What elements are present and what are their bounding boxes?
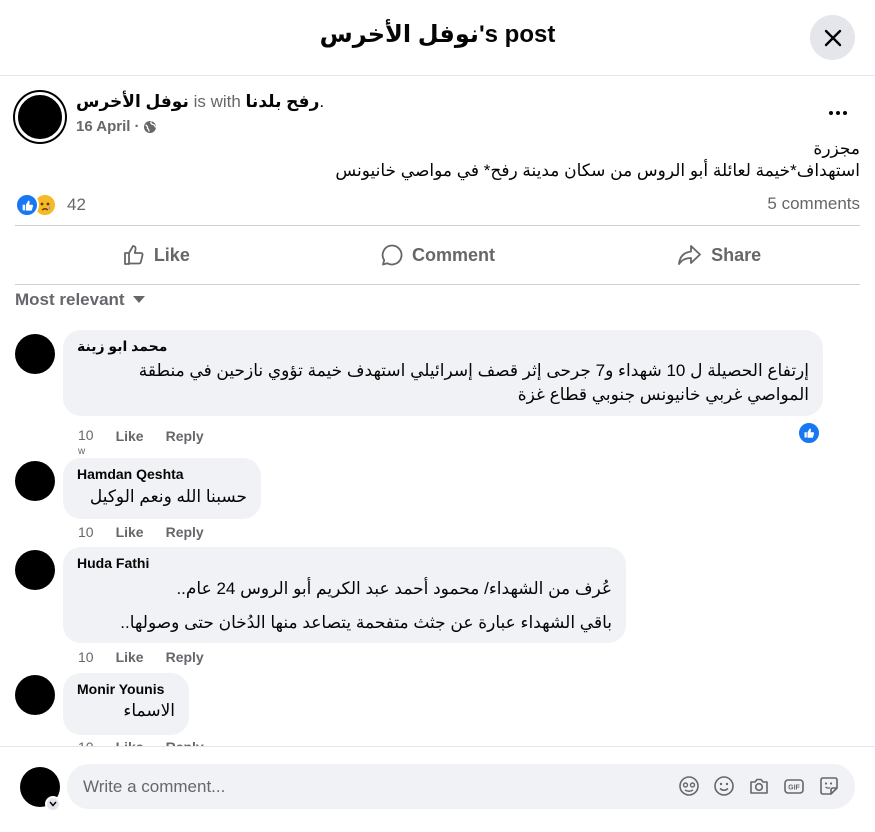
post-actions-bar: Like Comment Share	[15, 225, 860, 285]
gif-button[interactable]: GIF	[783, 775, 805, 797]
share-button-label: Share	[711, 244, 762, 265]
comment-time[interactable]: 10 w	[78, 428, 94, 459]
commenter-name[interactable]: محمد ابو زينة	[77, 338, 809, 355]
with-end: .	[319, 92, 325, 111]
comments-count-link[interactable]: 5 comments	[767, 194, 860, 214]
comment-bubble: Hamdan Qeshta حسبنا الله ونعم الوكيل	[63, 458, 261, 519]
like-button-label: Like	[153, 244, 190, 265]
comment-button[interactable]: Comment	[297, 226, 579, 284]
comment-bubble: محمد ابو زينة إرتفاع الحصيلة ل 10 شهداء …	[63, 330, 823, 416]
comment-bubble: Huda Fathi عُرف من الشهداء/ محمود أحمد ع…	[63, 547, 626, 643]
comment-text-line-1: عُرف من الشهداء/ محمود أحمد عبد الكريم أ…	[176, 579, 612, 598]
comment-like-button[interactable]: Like	[116, 524, 144, 540]
comment-bubble-icon	[381, 244, 403, 266]
gif-icon: GIF	[784, 779, 804, 794]
comment-actions: 10 Like Reply	[78, 524, 204, 540]
caret-down-icon	[132, 296, 145, 303]
comment-time[interactable]: 10	[78, 649, 94, 665]
comment-composer: GIF	[0, 746, 875, 832]
comment-reply-button[interactable]: Reply	[166, 428, 204, 459]
avatar-sticker-icon	[679, 776, 699, 796]
svg-text:GIF: GIF	[788, 785, 800, 792]
post-author-line: نوفل الأخرس is with رفح بلدنا.	[76, 92, 324, 112]
comment-text-line-2: باقي الشهداء عبارة عن جثث متفحمة يتصاعد …	[120, 613, 612, 632]
comment-button-label: Comment	[412, 244, 496, 265]
comment-text: الاسماء	[123, 701, 175, 720]
comment-text: إرتفاع الحصيلة ل 10 شهداء و7 جرحى إثر قص…	[138, 361, 809, 404]
author-avatar[interactable]	[15, 92, 65, 142]
post-text: مجزرة استهداف*خيمة لعائلة أبو الروس من س…	[260, 138, 860, 182]
dialog-title: نوفل الأخرس's post	[319, 21, 556, 48]
commenter-avatar[interactable]	[15, 675, 55, 715]
tagged-page-link[interactable]: رفح بلدنا	[246, 92, 320, 111]
composer-tools: GIF	[678, 775, 840, 797]
comment-time[interactable]: 10	[78, 524, 94, 540]
comment-like-button[interactable]: Like	[116, 428, 144, 459]
emoji-button[interactable]	[713, 775, 735, 797]
more-options-button[interactable]	[822, 103, 854, 123]
dialog-header: نوفل الأخرس's post	[0, 0, 875, 76]
commenter-avatar[interactable]	[15, 334, 55, 374]
comment-like-button[interactable]: Like	[116, 739, 144, 746]
commenter-avatar[interactable]	[15, 461, 55, 501]
sort-label: Most relevant	[15, 290, 125, 309]
share-button[interactable]: Share	[578, 226, 860, 284]
commenter-name[interactable]: Huda Fathi	[77, 555, 612, 571]
avatar-sticker-button[interactable]	[678, 775, 700, 797]
share-arrow-icon	[678, 245, 702, 265]
comment-actions: 10 Like Reply	[78, 649, 204, 665]
meta-separator: ·	[134, 118, 140, 135]
post-meta: 16 April ·	[76, 118, 157, 135]
comment-reply-button[interactable]: Reply	[166, 649, 204, 665]
reaction-count: 42	[67, 195, 86, 214]
comment-like-badge[interactable]	[797, 421, 821, 445]
comment-text: حسبنا الله ونعم الوكيل	[89, 487, 247, 506]
comment-like-button[interactable]: Like	[116, 649, 144, 665]
globe-icon	[144, 120, 157, 133]
post-text-line-1: مجزرة	[813, 139, 860, 158]
comment-time[interactable]: 10	[78, 739, 94, 746]
sticker-icon	[820, 777, 838, 795]
photo-button[interactable]	[748, 775, 770, 797]
smiley-icon	[714, 776, 734, 796]
like-reaction-icon	[804, 428, 815, 438]
commenter-name[interactable]: Monir Younis	[77, 681, 175, 697]
reactions-summary[interactable]: 42	[15, 193, 86, 217]
post-text-line-2: استهداف*خيمة لعائلة أبو الروس من سكان مد…	[335, 161, 860, 180]
comment-reply-button[interactable]: Reply	[166, 524, 204, 540]
comment-actions: 10 w Like Reply	[78, 428, 204, 459]
close-button[interactable]	[810, 15, 855, 60]
like-button[interactable]: Like	[15, 226, 297, 284]
with-text: is with	[193, 92, 241, 111]
post-date-link[interactable]: 16 April	[76, 118, 130, 135]
comment-reply-button[interactable]: Reply	[166, 739, 204, 746]
sticker-button[interactable]	[818, 775, 840, 797]
thumbs-up-icon	[123, 245, 144, 265]
comment-sort-dropdown[interactable]: Most relevant	[15, 290, 145, 310]
comment-actions: 10 Like Reply	[78, 739, 204, 746]
profile-switch-button[interactable]	[45, 796, 61, 812]
close-icon	[824, 29, 841, 46]
like-reaction-icon	[15, 193, 39, 217]
comment-bubble: Monir Younis الاسماء	[63, 673, 189, 735]
commenter-avatar[interactable]	[15, 550, 55, 590]
commenter-name[interactable]: Hamdan Qeshta	[77, 466, 247, 482]
author-name-link[interactable]: نوفل الأخرس	[76, 92, 189, 111]
camera-icon	[750, 778, 768, 794]
chevron-down-icon	[49, 801, 57, 807]
